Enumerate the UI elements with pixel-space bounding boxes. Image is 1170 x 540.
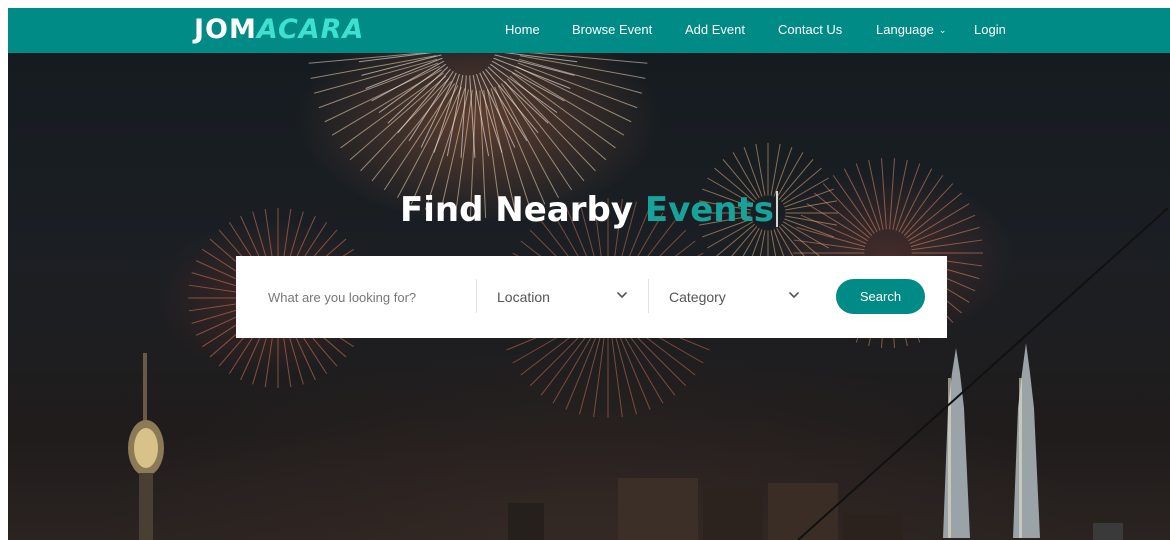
typing-cursor xyxy=(776,191,778,227)
firework-spark xyxy=(507,78,596,172)
nav-browse-event-label: Browse Event xyxy=(572,22,653,37)
chevron-down-icon xyxy=(617,292,627,298)
firework-spark xyxy=(494,86,546,205)
nav-login[interactable]: Login xyxy=(974,22,1006,38)
search-input[interactable] xyxy=(256,278,478,316)
logo-part-acara: ACARA xyxy=(256,14,365,45)
firework-spark xyxy=(520,51,648,64)
jomacara-logo[interactable]: JOMACARA xyxy=(194,14,364,46)
search-button[interactable]: Search xyxy=(836,279,925,314)
firework-spark xyxy=(793,239,865,251)
nav-home-label: Home xyxy=(505,22,540,37)
nav-login-label: Login xyxy=(974,22,1006,37)
event-search-form: Location Category Search xyxy=(236,256,947,338)
chevron-down-icon: ⌄ xyxy=(938,25,947,35)
firework-spark xyxy=(361,54,442,76)
firework-spark xyxy=(497,85,559,198)
firework-spark xyxy=(911,239,983,251)
nav-contact-us-label: Contact Us xyxy=(778,22,843,37)
firework-spark xyxy=(611,335,623,418)
nav-add-event[interactable]: Add Event xyxy=(685,22,745,38)
chevron-down-icon xyxy=(789,292,799,298)
nav-contact-us[interactable]: Contact Us xyxy=(778,22,842,38)
category-select[interactable]: Category xyxy=(649,278,819,316)
firework-spark xyxy=(469,75,476,158)
firework-spark xyxy=(519,55,646,79)
firework-spark xyxy=(614,334,637,415)
firework-spark xyxy=(593,335,605,418)
firework-spark xyxy=(310,55,437,79)
headline-text: Find Nearby xyxy=(400,190,633,230)
firework-spark xyxy=(579,334,602,415)
firework-spark xyxy=(397,85,459,198)
nav-home[interactable]: Home xyxy=(505,22,540,38)
nav-add-event-label: Add Event xyxy=(685,22,745,37)
location-select[interactable]: Location xyxy=(477,278,647,316)
category-select-label: Category xyxy=(669,289,726,305)
firework-spark xyxy=(318,62,439,109)
location-select-label: Location xyxy=(497,289,550,305)
nav-language-dropdown[interactable]: Language ⌄ xyxy=(876,22,946,38)
nav-language-label: Language xyxy=(876,22,934,37)
top-navbar: JOMACARA Home Browse Event Add Event Con… xyxy=(8,8,1170,53)
logo-part-jom: JOM xyxy=(194,14,257,45)
hero-headline: Find Nearby Events xyxy=(8,188,1170,232)
headline-highlight: Events xyxy=(644,190,774,230)
page: JOMACARA Home Browse Event Add Event Con… xyxy=(8,8,1170,540)
nav-browse-event[interactable]: Browse Event xyxy=(572,22,652,38)
firework-spark xyxy=(514,69,625,136)
